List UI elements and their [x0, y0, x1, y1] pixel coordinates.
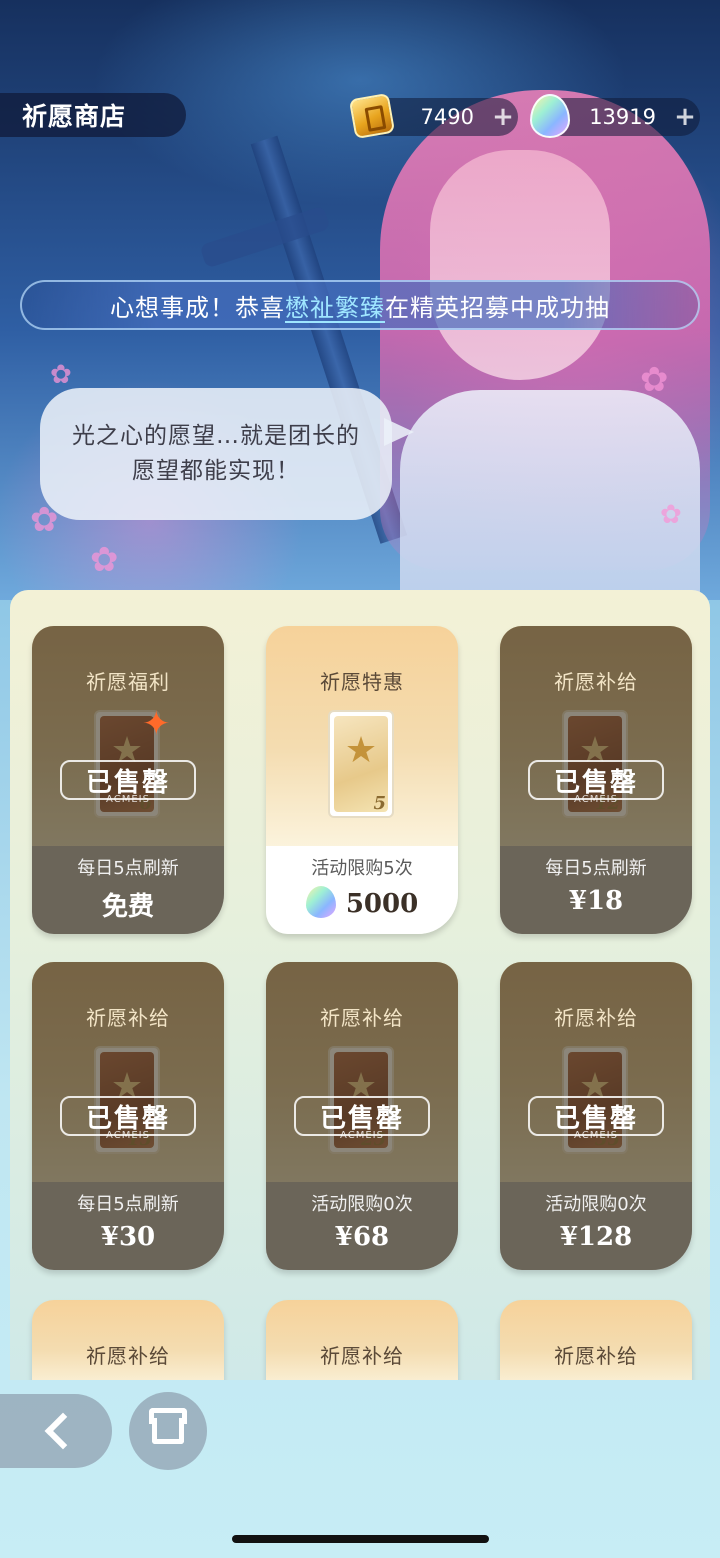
announcement-suffix: 在精英招募中成功抽	[385, 293, 610, 322]
sold-out-watermark: ACMEIS	[106, 794, 150, 805]
item-category: 祈愿补给	[86, 1006, 170, 1030]
crystal-icon	[530, 94, 570, 138]
character-speech-bubble: 光之心的愿望…就是团长的 愿望都能实现！	[40, 388, 414, 520]
item-note: 活动限购0次	[311, 1194, 413, 1215]
item-note: 活动限购0次	[545, 1194, 647, 1215]
gold-ticket-icon	[348, 92, 396, 140]
shop-item-card[interactable]: 祈愿补给 25 已售罄 ACMEIS 活动限购0次 ¥68	[266, 962, 458, 1270]
shop-item-card[interactable]: 祈愿补给	[32, 1300, 224, 1380]
home-button[interactable]	[129, 1392, 207, 1470]
flower-decoration: ✿	[640, 360, 669, 400]
item-category: 祈愿补给	[554, 1006, 638, 1030]
item-quantity: 5	[373, 793, 386, 814]
shop-item-card[interactable]: 祈愿补给 12 已售罄 ACMEIS 每日5点刷新 ¥18	[500, 626, 692, 934]
item-note: 每日5点刷新	[77, 1194, 179, 1215]
add-gold-button[interactable]: +	[488, 102, 518, 132]
sold-out-watermark: ACMEIS	[574, 794, 618, 805]
item-note: 每日5点刷新	[545, 858, 647, 879]
shop-item-card[interactable]: 祈愿补给 35 已售罄 ACMEIS 活动限购0次 ¥128	[500, 962, 692, 1270]
flower-decoration: ✿	[50, 360, 72, 390]
item-category: 祈愿补给	[554, 670, 638, 694]
shop-item-card[interactable]: 祈愿补给	[500, 1300, 692, 1380]
item-price: 免费	[101, 892, 154, 922]
item-price: ¥18	[568, 886, 624, 916]
item-image: 5	[328, 710, 394, 818]
announcement-prefix: 心想事成！恭喜	[110, 293, 285, 322]
add-crystal-button[interactable]: +	[670, 102, 700, 132]
item-price-row: 5000	[266, 886, 458, 919]
home-icon-body	[152, 1418, 184, 1444]
shop-item-card[interactable]: 祈愿补给	[266, 1300, 458, 1380]
shop-title-bar: 祈愿商店	[0, 93, 186, 137]
item-category: 祈愿补给	[86, 1344, 170, 1368]
item-note: 每日5点刷新	[77, 858, 179, 879]
character-face	[430, 150, 610, 380]
page-title: 祈愿商店	[22, 102, 127, 131]
sold-out-watermark: ACMEIS	[106, 1130, 150, 1141]
chevron-left-icon	[44, 1412, 82, 1450]
announcement-marquee: 心想事成！恭喜 懋祉繁臻 在精英招募中成功抽	[20, 280, 700, 330]
shop-item-card[interactable]: 祈愿特惠 5 活动限购5次 5000	[266, 626, 458, 934]
item-category: 祈愿补给	[554, 1344, 638, 1368]
item-category: 祈愿福利	[86, 670, 170, 694]
shop-panel: 祈愿福利 6 ✦ 已售罄 ACMEIS 每日5点刷新 免费 祈愿特惠 5 活动限…	[10, 590, 710, 1380]
item-price: ¥68	[334, 1222, 390, 1252]
speech-line-1: 光之心的愿望…就是团长的	[72, 423, 360, 449]
item-category: 祈愿补给	[320, 1006, 404, 1030]
announcement-player-name[interactable]: 懋祉繁臻	[285, 288, 385, 323]
shop-item-card[interactable]: 祈愿补给 15 已售罄 ACMEIS 每日5点刷新 ¥30	[32, 962, 224, 1270]
sparkle-icon: ✦	[142, 704, 171, 744]
back-button[interactable]	[0, 1394, 112, 1468]
crystal-icon	[305, 886, 336, 918]
item-price: ¥30	[100, 1222, 156, 1252]
item-price: 5000	[345, 889, 419, 919]
flower-decoration: ✿	[660, 500, 682, 530]
sold-out-watermark: ACMEIS	[340, 1130, 384, 1141]
home-indicator[interactable]	[232, 1535, 489, 1543]
item-category: 祈愿补给	[320, 1344, 404, 1368]
flower-decoration: ✿	[90, 540, 119, 580]
item-category: 祈愿特惠	[320, 670, 404, 694]
shop-item-card[interactable]: 祈愿福利 6 ✦ 已售罄 ACMEIS 每日5点刷新 免费	[32, 626, 224, 934]
speech-line-2: 愿望都能实现！	[132, 458, 300, 484]
sold-out-watermark: ACMEIS	[574, 1130, 618, 1141]
item-price: ¥128	[559, 1222, 633, 1252]
item-note: 活动限购5次	[311, 858, 413, 879]
character-dress	[400, 390, 700, 600]
card-bottom: 活动限购5次 5000	[266, 846, 458, 934]
